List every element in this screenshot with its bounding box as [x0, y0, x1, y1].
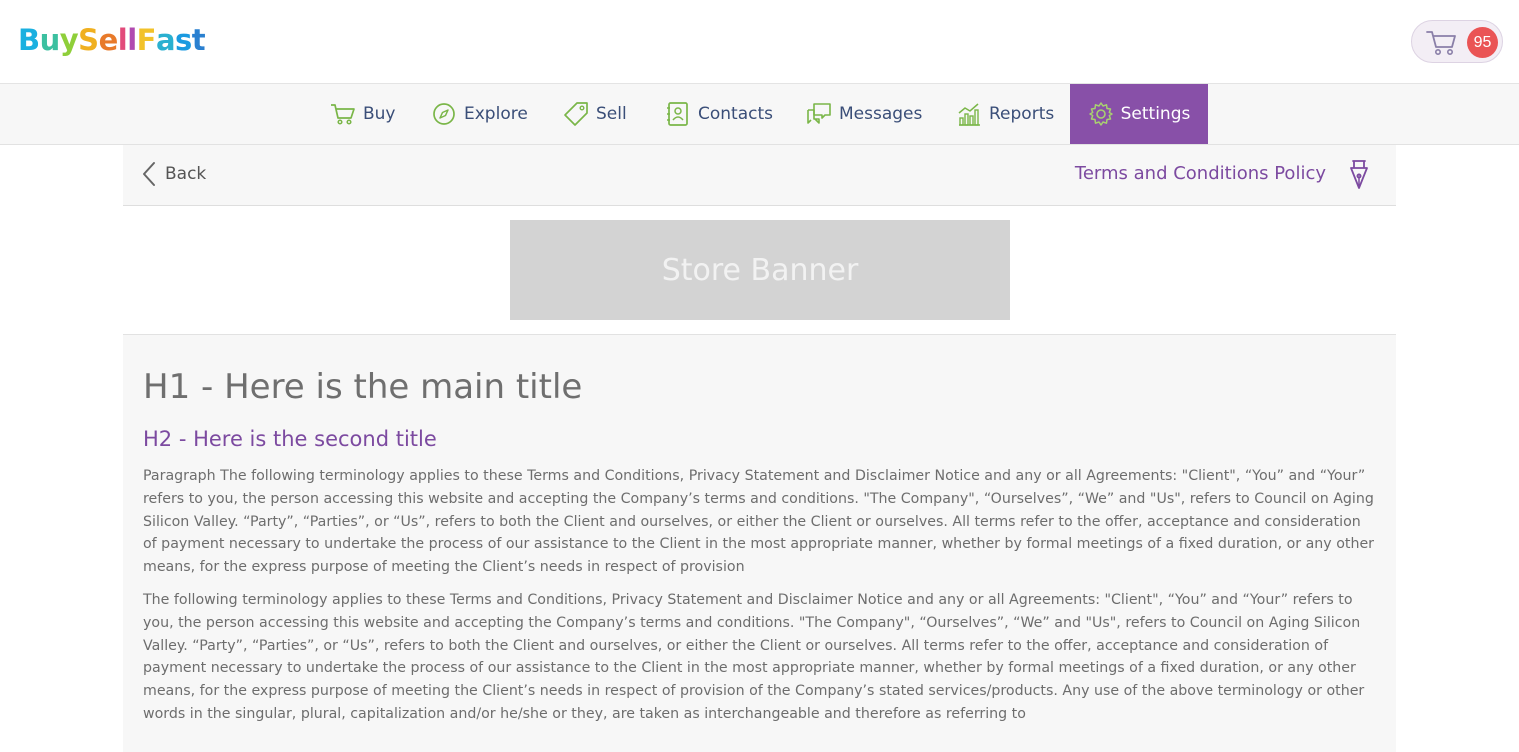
fountain-pen-icon — [1350, 160, 1368, 189]
page-title: Terms and Conditions Policy — [1074, 163, 1326, 184]
compass-icon — [433, 103, 455, 125]
nav-label: Explore — [464, 104, 528, 124]
store-banner: Store Banner — [510, 220, 1010, 320]
nav-item-sell[interactable]: Sell — [563, 84, 627, 144]
nav-item-explore[interactable]: Explore — [431, 84, 528, 144]
buysellfast-logo[interactable]: BuySellFast — [18, 22, 206, 58]
nav-item-reports[interactable]: Reports — [956, 84, 1054, 144]
bar-chart-icon — [958, 103, 980, 126]
cart-icon — [331, 104, 355, 125]
nav-label: Buy — [363, 104, 396, 124]
paragraph-2: The following terminology applies to the… — [143, 592, 1365, 722]
logo-letter: F — [136, 23, 157, 57]
logo-letter: u — [39, 23, 61, 57]
logo-letter: l — [117, 23, 128, 57]
nav-label: Messages — [839, 104, 923, 124]
gear-icon — [1088, 102, 1113, 126]
chat-bubbles-icon — [807, 103, 831, 124]
nav-label: Sell — [596, 104, 627, 124]
nav-item-messages[interactable]: Messages — [806, 84, 922, 144]
main-title: H1 - Here is the main title — [143, 367, 583, 407]
cart-icon — [1426, 31, 1456, 55]
policy-content: H1 - Here is the main title H2 - Here is… — [123, 335, 1396, 752]
cart-count-badge: 95 — [1467, 27, 1498, 58]
tag-icon — [564, 102, 588, 126]
main-nav: Buy Explore Sell Contacts Messages Repor… — [0, 84, 1519, 145]
store-banner-area: Store Banner — [123, 206, 1396, 335]
logo-letter: S — [78, 23, 99, 57]
logo-letter: a — [155, 23, 176, 57]
back-label: Back — [165, 164, 207, 184]
logo-letter: B — [18, 23, 40, 57]
top-header: BuySellFast 95 — [0, 0, 1519, 84]
nav-item-contacts[interactable]: Contacts — [665, 84, 773, 144]
back-button[interactable]: Back — [141, 161, 206, 187]
nav-label: Contacts — [698, 104, 773, 124]
logo-letter: y — [59, 23, 79, 57]
nav-label: Reports — [989, 104, 1055, 124]
logo-letter: t — [191, 23, 206, 57]
chevron-left-icon — [143, 162, 155, 186]
logo-letter: s — [175, 23, 192, 57]
nav-item-buy[interactable]: Buy — [330, 84, 396, 144]
address-book-icon — [667, 102, 688, 126]
page-subheader: Back Terms and Conditions Policy — [123, 145, 1396, 206]
logo-letter: l — [127, 23, 137, 57]
nav-item-settings[interactable]: Settings — [1070, 84, 1208, 144]
paragraph-1: Paragraph The following terminology appl… — [143, 468, 1375, 576]
cart-button[interactable]: 95 — [1411, 20, 1503, 63]
logo-letter: e — [98, 23, 119, 57]
second-title: H2 - Here is the second title — [143, 427, 437, 451]
nav-label: Settings — [1120, 104, 1191, 124]
